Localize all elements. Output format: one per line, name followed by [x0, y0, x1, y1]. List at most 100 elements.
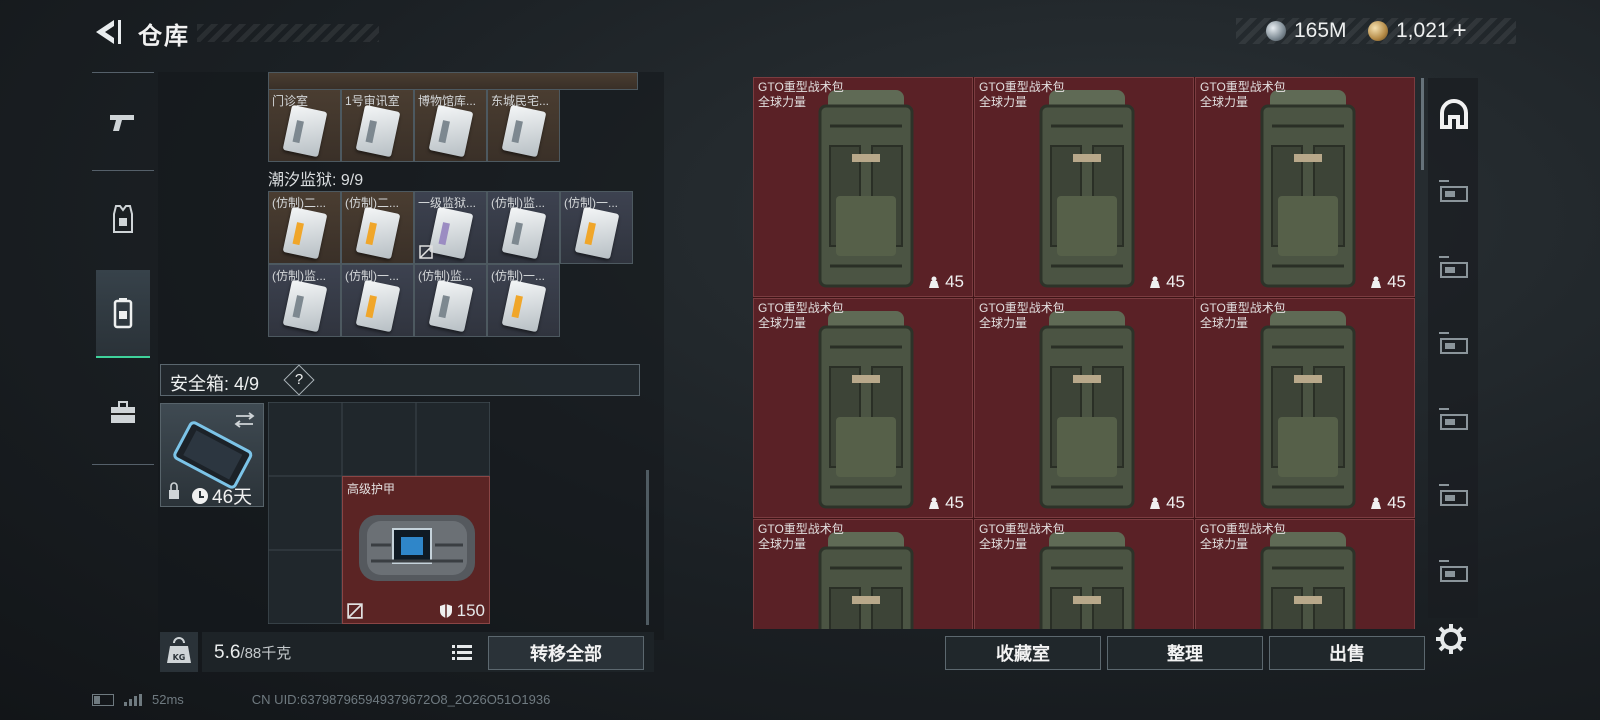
nav-weapons[interactable]: [96, 90, 150, 156]
key-card-item[interactable]: (仿制)一...: [341, 264, 414, 337]
durability-value: 150: [456, 601, 485, 620]
item-name: 1号审讯室: [345, 94, 400, 108]
weight-icon: [1371, 276, 1382, 288]
backpack-icon: [1260, 90, 1356, 288]
shield-icon: [439, 604, 452, 618]
key-card-icon: [355, 104, 401, 158]
key-card-item[interactable]: 一级监狱...: [414, 191, 487, 264]
key-card-item[interactable]: (仿制)监...: [414, 264, 487, 337]
key-card-icon: [355, 279, 401, 333]
backpack-item[interactable]: GTO重型战术包全球力量45: [974, 298, 1194, 518]
item-name: 门诊室: [272, 94, 309, 108]
prison-section-label: 潮汐监狱: 9/9: [268, 172, 364, 189]
backpack-item[interactable]: GTO重型战术包全球力量45: [974, 77, 1194, 297]
gold-amount: 1,021: [1396, 19, 1449, 42]
right-scrollbar[interactable]: [1421, 78, 1424, 170]
silver-currency: 165M: [1266, 18, 1347, 44]
settings-gear-icon[interactable]: [1434, 622, 1468, 656]
tier-iv-icon: [1439, 408, 1468, 430]
item-weight-count: 45: [1369, 493, 1406, 513]
item-name: 高级护甲: [347, 482, 396, 496]
key-card-item[interactable]: (仿制)一...: [560, 191, 633, 264]
weight-max: /88千克: [240, 645, 292, 662]
item-weight-count: 45: [927, 272, 964, 292]
status-footer: 52ms CN UID:637987965949379672O8_2O26O51…: [92, 692, 550, 707]
item-name: (仿制)二...: [272, 196, 326, 210]
back-arrow-icon[interactable]: [92, 16, 124, 48]
briefcase-icon: [111, 401, 135, 423]
key-card-item[interactable]: 东城民宅...: [487, 89, 560, 162]
weight-icon: [1150, 497, 1161, 509]
help-button[interactable]: ?: [288, 369, 310, 391]
sell-button[interactable]: 出售: [1269, 636, 1425, 670]
weight-icon: [1371, 497, 1382, 509]
add-currency-button[interactable]: +: [1453, 17, 1467, 45]
backpack-item[interactable]: GTO重型战术包全球力量45: [753, 77, 973, 297]
tier-v-icon: [1439, 484, 1468, 506]
item-name: GTO重型战术包 全球力量: [979, 301, 1065, 330]
key-card-icon: [282, 104, 328, 158]
organize-button[interactable]: 整理: [1107, 636, 1263, 670]
key-card-item[interactable]: 博物馆库...: [414, 89, 487, 162]
nav-cases[interactable]: [96, 380, 150, 446]
filter-tier-iv[interactable]: [1432, 542, 1476, 600]
nav-armor[interactable]: [96, 186, 150, 252]
filter-tier-iv[interactable]: [1432, 390, 1476, 448]
weight-current: 5.6: [214, 642, 241, 663]
pistol-icon: [110, 115, 134, 131]
timer-value: 46天: [212, 487, 253, 508]
key-card-icon: [501, 104, 547, 158]
item-name: GTO重型战术包 全球力量: [758, 301, 844, 330]
storage-filter-nav: [1428, 78, 1478, 618]
key-card-icon: [574, 206, 620, 260]
key-card-item[interactable]: (仿制)一...: [487, 264, 560, 337]
key-card-item[interactable]: 门诊室: [268, 89, 341, 162]
silver-amount: 165M: [1294, 19, 1347, 42]
no-trade-icon: [419, 245, 433, 259]
backpack-icon: [818, 90, 914, 288]
item-name: (仿制)一...: [564, 196, 618, 210]
case-timer: 46天: [192, 482, 252, 509]
left-scrollbar[interactable]: [646, 470, 649, 625]
key-card-item[interactable]: (仿制)二...: [341, 191, 414, 264]
backpack-item[interactable]: GTO重型战术包全球力量45: [1195, 77, 1415, 297]
gold-coin-icon: [1368, 21, 1388, 41]
filter-tier-v[interactable]: [1432, 466, 1476, 524]
transfer-all-button[interactable]: 转移全部: [488, 636, 644, 670]
gold-currency[interactable]: 1,021 +: [1368, 17, 1467, 45]
backpack-item[interactable]: GTO重型战术包全球力量45: [1195, 519, 1415, 629]
backpack-item[interactable]: GTO重型战术包全球力量45: [1195, 298, 1415, 518]
armor-item[interactable]: 高级护甲 150: [342, 476, 490, 624]
backpack-item[interactable]: GTO重型战术包全球力量45: [753, 298, 973, 518]
key-card-item[interactable]: 1号审讯室: [341, 89, 414, 162]
nav-backpack[interactable]: [96, 270, 150, 358]
filter-tier-iv[interactable]: [1432, 238, 1476, 296]
item-name: (仿制)二...: [345, 196, 399, 210]
item-weight-count: 45: [1369, 272, 1406, 292]
key-card-icon: [501, 206, 547, 260]
silver-coin-icon: [1266, 21, 1286, 41]
key-card-item[interactable]: (仿制)二...: [268, 191, 341, 264]
item-name: (仿制)一...: [345, 269, 399, 283]
backpack-item[interactable]: GTO重型战术包全球力量45: [753, 519, 973, 629]
tier-iv-icon: [1439, 560, 1468, 582]
key-card-icon: [355, 206, 401, 260]
user-uid: CN UID:637987965949379672O8_2O26O51O1936: [251, 692, 551, 707]
category-nav: [92, 72, 154, 476]
filter-tier-v[interactable]: [1432, 162, 1476, 220]
key-card-item[interactable]: (仿制)监...: [487, 191, 560, 264]
key-card-icon: [428, 104, 474, 158]
key-card-icon: [428, 279, 474, 333]
filter-tier-iii[interactable]: [1432, 314, 1476, 372]
svg-text:KG: KG: [173, 653, 186, 662]
backpack-item[interactable]: GTO重型战术包全球力量45: [974, 519, 1194, 629]
key-card-item[interactable]: (仿制)监...: [268, 264, 341, 337]
filter-bag-category[interactable]: [1432, 86, 1476, 144]
list-view-icon[interactable]: [446, 637, 478, 669]
signal-icon: [124, 693, 142, 706]
backpack-icon: [1260, 311, 1356, 509]
collection-room-button[interactable]: 收藏室: [945, 636, 1101, 670]
tier-iii-icon: [1439, 332, 1468, 354]
key-card-icon: [282, 206, 328, 260]
item-name: 博物馆库...: [418, 94, 477, 108]
